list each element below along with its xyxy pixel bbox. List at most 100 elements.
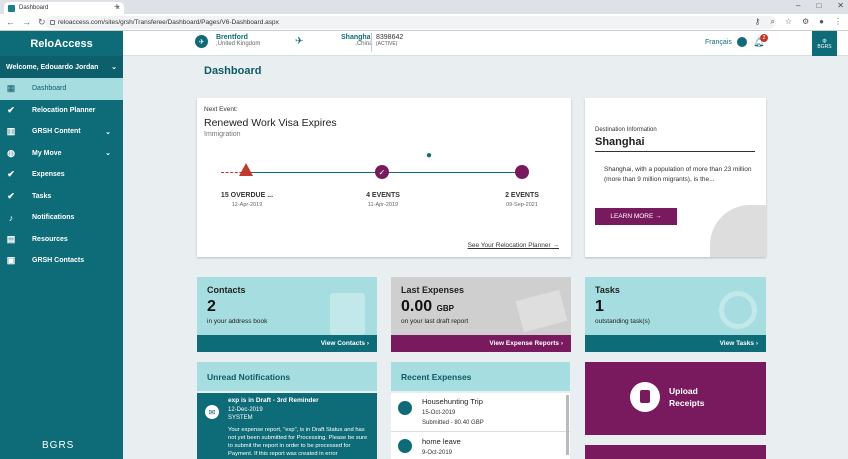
sidebar-item-expenses[interactable]: ✔ Expenses bbox=[0, 164, 123, 186]
recent-expenses-header: Recent Expenses bbox=[391, 362, 570, 391]
notification-body: Your expense report, "exp", is in Draft … bbox=[228, 427, 368, 457]
key-icon[interactable]: ⚷ bbox=[754, 17, 760, 27]
view-expense-reports-link[interactable]: View Expense Reports › bbox=[391, 335, 571, 352]
browser-tab-strip: Dashboard × + – □ ✕ bbox=[0, 0, 848, 14]
minimize-icon[interactable]: – bbox=[796, 1, 800, 10]
learn-more-button[interactable]: LEARN MORE → bbox=[595, 208, 677, 225]
plane-icon: ✈ bbox=[295, 36, 304, 47]
timeline-stage-current[interactable]: 4 EVENTS 11-Apr-2019 bbox=[338, 192, 428, 208]
browser-tab[interactable]: Dashboard × bbox=[4, 2, 124, 14]
number-value: 1 bbox=[595, 298, 604, 315]
timeline-stage-future[interactable]: 2 EVENTS 09-Sep-2021 bbox=[477, 192, 567, 208]
plane-circle-icon: ✈ bbox=[195, 35, 208, 48]
settings-icon[interactable]: ⚙ bbox=[802, 17, 809, 27]
tile-number: 1 bbox=[595, 298, 604, 316]
warning-triangle-icon[interactable] bbox=[239, 163, 253, 176]
dest-country: ,China bbox=[355, 41, 373, 47]
forward-icon[interactable]: → bbox=[22, 17, 32, 27]
url-input[interactable]: reloaccess.com/sites/grsh/Transferee/Das… bbox=[46, 16, 776, 29]
contacts-tile[interactable]: Contacts 2 in your address book View Con… bbox=[197, 277, 377, 352]
profile-icon[interactable]: ● bbox=[819, 17, 824, 27]
language-link[interactable]: Français bbox=[705, 39, 732, 46]
sidebar-item-grsh-content[interactable]: ▥ GRSH Content ⌄ bbox=[0, 121, 123, 143]
expense-item[interactable]: Househunting Trip 15-Oct-2019 Submitted … bbox=[391, 393, 570, 432]
back-icon[interactable]: ← bbox=[6, 17, 16, 27]
sidebar-item-label: Dashboard bbox=[32, 85, 67, 93]
new-tab-icon[interactable]: + bbox=[114, 2, 120, 13]
sidebar-item-notifications[interactable]: ♪ Notifications bbox=[0, 207, 123, 229]
maximize-icon[interactable]: □ bbox=[816, 1, 821, 10]
sidebar-item-relocation-planner[interactable]: ✔ Relocation Planner bbox=[0, 100, 123, 122]
expense-date: 15-Oct-2019 bbox=[422, 410, 456, 416]
money-icon bbox=[515, 289, 568, 333]
tasks-tile[interactable]: Tasks 1 outstanding task(s) View Tasks › bbox=[585, 277, 766, 352]
tab-title: Dashboard bbox=[19, 5, 49, 11]
welcome-text: Welcome, Edouardo Jordan bbox=[6, 63, 99, 71]
sidebar-item-label: GRSH Content bbox=[32, 128, 81, 136]
divider bbox=[371, 34, 372, 52]
globe-watermark-icon bbox=[710, 205, 766, 257]
stage-date: 11-Apr-2019 bbox=[367, 202, 399, 208]
next-event-card: Next Event: Renewed Work Visa Expires Im… bbox=[197, 98, 571, 257]
expense-title: Househunting Trip bbox=[422, 397, 483, 406]
contact-card-icon bbox=[330, 293, 365, 335]
relocation-planner-link[interactable]: See Your Relocation Planner → bbox=[468, 242, 559, 249]
tile-title: Last Expenses bbox=[401, 285, 465, 295]
recent-expenses-list: Househunting Trip 15-Oct-2019 Submitted … bbox=[391, 393, 570, 459]
check-circle-icon: ✔ bbox=[7, 169, 15, 180]
menu-icon[interactable]: ⋮ bbox=[834, 17, 842, 27]
top-bar: ✈ Brentford ,United Kingdom ✈ Shanghai ,… bbox=[123, 31, 848, 56]
scrollbar[interactable] bbox=[566, 395, 569, 455]
address-bar: ← → ↻ reloaccess.com/sites/grsh/Transfer… bbox=[0, 14, 848, 31]
check-milestone-icon[interactable]: ✓ bbox=[375, 165, 389, 179]
number-value: 0.00 bbox=[401, 298, 433, 315]
expense-icon bbox=[398, 439, 412, 453]
sidebar-item-label: Expenses bbox=[32, 171, 65, 179]
check-circle-icon: ✔ bbox=[7, 104, 15, 115]
mail-icon: ✉ bbox=[205, 405, 219, 419]
notification-badge: 2 bbox=[760, 34, 768, 42]
origin-city: Brentford bbox=[216, 34, 248, 41]
sidebar-item-dashboard[interactable]: ▦ Dashboard bbox=[0, 78, 123, 100]
view-contacts-link[interactable]: View Contacts › bbox=[197, 335, 377, 352]
second-purple-tile[interactable] bbox=[585, 445, 766, 459]
sidebar-item-resources[interactable]: ▤ Resources bbox=[0, 229, 123, 251]
main-content: Dashboard Next Event: Renewed Work Visa … bbox=[123, 56, 848, 459]
sidebar-item-tasks[interactable]: ✔ Tasks bbox=[0, 186, 123, 208]
bgrs-top-logo[interactable]: ◍ BGRS bbox=[812, 31, 837, 56]
notification-sender: SYSTEM bbox=[228, 415, 253, 421]
lock-icon bbox=[50, 20, 55, 25]
last-expenses-tile[interactable]: Last Expenses 0.00 GBP on your last draf… bbox=[391, 277, 571, 352]
address-bar-icons: ⚷ ⌕ ☆ ⚙ ● ⋮ bbox=[754, 17, 842, 27]
close-window-icon[interactable]: ✕ bbox=[837, 1, 844, 10]
next-event-title: Renewed Work Visa Expires bbox=[204, 117, 337, 129]
star-icon[interactable]: ☆ bbox=[785, 17, 792, 27]
search-icon[interactable]: ⌕ bbox=[770, 17, 774, 27]
check-circle-icon: ✔ bbox=[7, 190, 15, 201]
sidebar-item-label: My Move bbox=[32, 149, 62, 157]
timeline-stage-overdue[interactable]: 15 OVERDUE ... 12-Apr-2019 bbox=[202, 192, 292, 208]
sidebar-item-my-move[interactable]: ◍ My Move ⌄ bbox=[0, 143, 123, 165]
link-text: View Contacts bbox=[320, 340, 366, 347]
globe-icon: ◍ bbox=[7, 147, 15, 158]
chevron-down-icon: ⌄ bbox=[105, 128, 111, 136]
welcome-menu[interactable]: Welcome, Edouardo Jordan ⌄ bbox=[0, 56, 123, 78]
bgrs-logo: BGRS bbox=[42, 440, 75, 451]
origin-country: ,United Kingdom bbox=[216, 41, 261, 47]
future-milestone-icon[interactable] bbox=[515, 165, 529, 179]
phone-icon[interactable] bbox=[737, 37, 747, 47]
sidebar-item-label: Tasks bbox=[32, 192, 52, 200]
expense-status: Submitted - 80.40 GBP bbox=[422, 420, 484, 426]
upload-receipts-tile[interactable]: Upload Receipts bbox=[585, 362, 766, 435]
tile-subtitle: in your address book bbox=[207, 318, 268, 325]
tile-subtitle: outstanding task(s) bbox=[595, 318, 650, 325]
sidebar-item-grsh-contacts[interactable]: ▣ GRSH Contacts bbox=[0, 250, 123, 272]
reference-number: 8398642 bbox=[376, 34, 404, 41]
expense-item[interactable]: home leave 9-Oct-2019 bbox=[391, 433, 570, 459]
view-tasks-link[interactable]: View Tasks › bbox=[585, 335, 766, 352]
page-title: Dashboard bbox=[204, 65, 262, 77]
tile-number: 0.00 GBP bbox=[401, 298, 454, 316]
chevron-down-icon: ⌄ bbox=[111, 64, 117, 71]
stage-count: 15 OVERDUE ... bbox=[220, 192, 274, 199]
notification-item[interactable]: ✉ exp is in Draft - 3rd Reminder 12-Dec-… bbox=[197, 393, 377, 459]
